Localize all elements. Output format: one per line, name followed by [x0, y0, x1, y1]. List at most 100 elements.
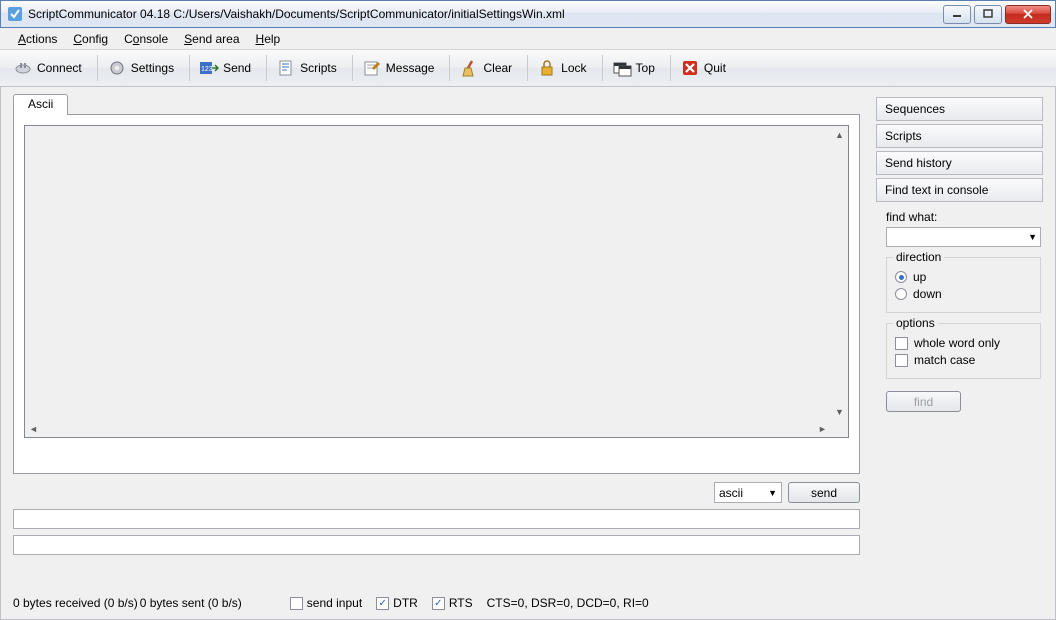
send-label: Send — [223, 61, 251, 75]
match-case-label: match case — [914, 353, 975, 367]
window-close-button[interactable] — [1005, 5, 1051, 24]
toolbar-separator — [602, 55, 603, 81]
options-group: options whole word only match case — [886, 323, 1041, 379]
format-value: ascii — [719, 486, 743, 500]
checkbox-icon — [895, 354, 908, 367]
format-select[interactable]: ascii ▼ — [714, 482, 782, 503]
radio-icon — [895, 288, 907, 300]
window-maximize-button[interactable] — [974, 5, 1002, 24]
bytes-received: 0 bytes received (0 b/s) — [13, 596, 138, 610]
menu-help[interactable]: Help — [248, 29, 289, 49]
accordion-find[interactable]: Find text in console — [876, 178, 1043, 202]
send-input-1[interactable] — [13, 509, 860, 529]
whole-word-option[interactable]: whole word only — [895, 336, 1032, 350]
scripts-button[interactable]: Scripts — [271, 53, 346, 83]
send-input-2[interactable] — [13, 535, 860, 555]
direction-up-option[interactable]: up — [895, 270, 1032, 284]
scroll-left-arrow-icon[interactable]: ◄ — [26, 421, 41, 436]
find-what-input[interactable]: ▼ — [886, 227, 1041, 247]
right-pane: Sequences Scripts Send history Find text… — [876, 97, 1043, 412]
send-icon: 123 — [199, 58, 219, 78]
connect-button[interactable]: Connect — [8, 53, 91, 83]
svg-text:123: 123 — [201, 66, 213, 73]
find-what-label: find what: — [886, 210, 1043, 224]
scripts-icon — [276, 58, 296, 78]
message-icon — [362, 58, 382, 78]
menu-send-area[interactable]: Send area — [176, 29, 247, 49]
toolbar-separator — [527, 55, 528, 81]
message-label: Message — [386, 61, 435, 75]
window-title: ScriptCommunicator 04.18 C:/Users/Vaisha… — [28, 7, 565, 21]
toolbar-separator — [352, 55, 353, 81]
scroll-down-arrow-icon[interactable]: ▼ — [832, 404, 847, 419]
main-area: Ascii ▲ ▼ ◄ ► ascii ▼ send — [0, 87, 1056, 620]
scroll-up-arrow-icon[interactable]: ▲ — [832, 127, 847, 142]
direction-down-option[interactable]: down — [895, 287, 1032, 301]
gear-icon — [107, 58, 127, 78]
dtr-checkbox[interactable]: ✓ DTR — [376, 596, 418, 610]
accordion-sequences[interactable]: Sequences — [876, 97, 1043, 121]
quit-label: Quit — [704, 61, 726, 75]
direction-up-label: up — [913, 270, 926, 284]
connect-label: Connect — [37, 61, 82, 75]
tab-ascii[interactable]: Ascii — [13, 94, 68, 115]
toolbar-separator — [266, 55, 267, 81]
top-label: Top — [636, 61, 655, 75]
options-legend: options — [893, 316, 938, 330]
message-button[interactable]: Message — [357, 53, 444, 83]
vertical-scrollbar[interactable]: ▲ ▼ — [831, 126, 848, 420]
signal-status: CTS=0, DSR=0, DCD=0, RI=0 — [487, 596, 649, 610]
plug-icon — [13, 58, 33, 78]
whole-word-label: whole word only — [914, 336, 1000, 350]
status-bar: 0 bytes received (0 b/s) 0 bytes sent (0… — [13, 593, 1043, 613]
horizontal-scrollbar[interactable]: ◄ ► — [25, 420, 831, 437]
menu-config[interactable]: Config — [65, 29, 116, 49]
send-action-button[interactable]: send — [788, 482, 860, 503]
clear-label: Clear — [483, 61, 512, 75]
app-icon — [7, 6, 23, 22]
lock-icon — [537, 58, 557, 78]
dropdown-arrow-icon: ▼ — [1028, 232, 1037, 242]
dtr-label: DTR — [393, 596, 418, 610]
direction-down-label: down — [913, 287, 942, 301]
checkbox-icon: ✓ — [376, 597, 389, 610]
tab-header: Ascii — [13, 93, 860, 114]
scroll-right-arrow-icon[interactable]: ► — [815, 421, 830, 436]
window-minimize-button[interactable] — [943, 5, 971, 24]
clear-button[interactable]: Clear — [454, 53, 521, 83]
scripts-label: Scripts — [300, 61, 337, 75]
accordion-send-history[interactable]: Send history — [876, 151, 1043, 175]
find-panel: find what: ▼ direction up down options — [876, 210, 1043, 412]
top-button[interactable]: Top — [607, 53, 664, 83]
quit-icon — [680, 58, 700, 78]
toolbar-separator — [189, 55, 190, 81]
checkbox-icon — [895, 337, 908, 350]
direction-legend: direction — [893, 250, 944, 264]
lock-button[interactable]: Lock — [532, 53, 595, 83]
checkbox-icon: ✓ — [432, 597, 445, 610]
title-bar: ScriptCommunicator 04.18 C:/Users/Vaisha… — [0, 0, 1056, 28]
settings-button[interactable]: Settings — [102, 53, 183, 83]
console-output[interactable]: ▲ ▼ ◄ ► — [24, 125, 849, 438]
settings-label: Settings — [131, 61, 174, 75]
bytes-sent: 0 bytes sent (0 b/s) — [140, 596, 242, 610]
accordion-scripts[interactable]: Scripts — [876, 124, 1043, 148]
menu-actions[interactable]: Actions — [10, 29, 65, 49]
broom-icon — [459, 58, 479, 78]
quit-button[interactable]: Quit — [675, 53, 735, 83]
rts-checkbox[interactable]: ✓ RTS — [432, 596, 473, 610]
send-button[interactable]: 123 Send — [194, 53, 260, 83]
tab-body: ▲ ▼ ◄ ► — [13, 114, 860, 474]
toolbar: Connect Settings 123 Send Scripts Messag… — [0, 50, 1056, 87]
menu-console[interactable]: Console — [116, 29, 176, 49]
find-button[interactable]: find — [886, 391, 961, 412]
direction-group: direction up down — [886, 257, 1041, 313]
radio-icon — [895, 271, 907, 283]
send-controls: ascii ▼ send — [13, 482, 860, 503]
send-input-checkbox[interactable]: send input — [290, 596, 362, 610]
dropdown-arrow-icon: ▼ — [768, 488, 777, 498]
checkbox-icon — [290, 597, 303, 610]
lock-label: Lock — [561, 61, 586, 75]
match-case-option[interactable]: match case — [895, 353, 1032, 367]
menu-bar: Actions Config Console Send area Help — [0, 28, 1056, 50]
